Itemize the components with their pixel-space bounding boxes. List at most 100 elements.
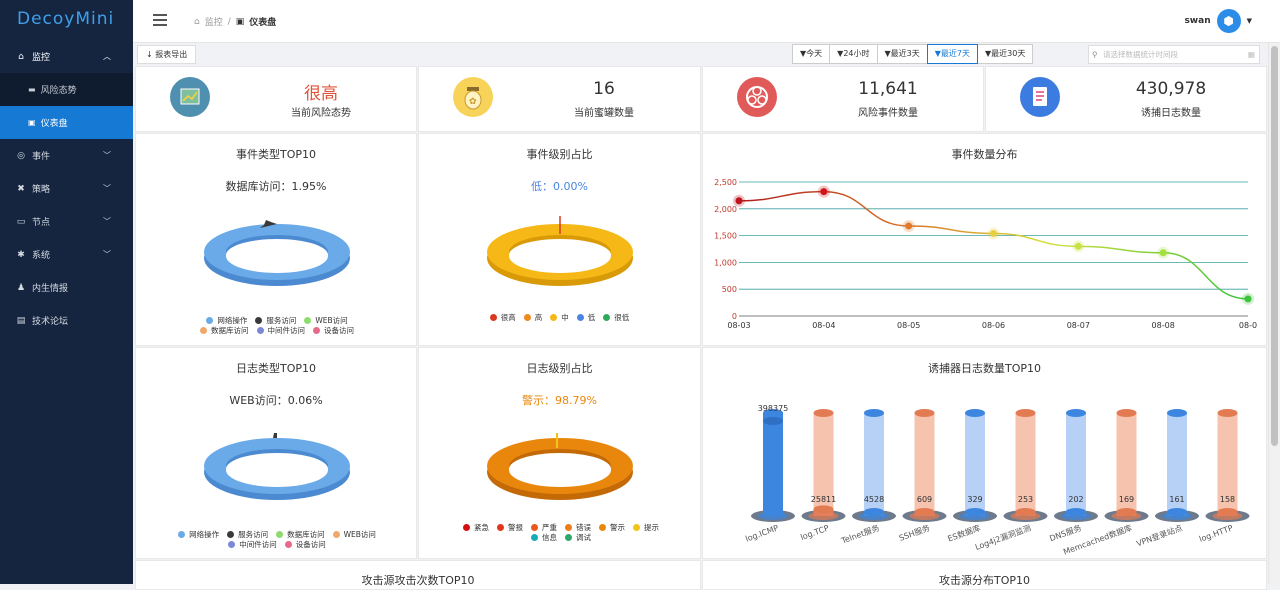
panel-title: 日志级别占比 — [526, 362, 593, 375]
bar-cap — [1015, 508, 1036, 516]
legend-item[interactable]: 调试 — [565, 532, 591, 542]
bar-top-cap — [1217, 409, 1238, 417]
data-point — [820, 188, 828, 196]
legend-item[interactable]: 设备访问 — [313, 325, 354, 335]
range-30d-button[interactable]: ▼最近30天 — [977, 44, 1034, 64]
line-chart-event-count[interactable]: 0 500 1,000 1,500 2,000 2,500 08-03 08-04 08-05 0… — [703, 134, 1268, 347]
bar-value-label: 161 — [1169, 495, 1184, 504]
sidebar-item-policy[interactable]: ✖ 策略 ﹀ — [0, 172, 133, 205]
data-point — [735, 197, 743, 205]
sidebar-item-forum[interactable]: ▤ 技术论坛 — [0, 304, 133, 337]
legend-item[interactable]: 服务访问 — [255, 315, 296, 325]
home-icon: ⌂ — [194, 16, 200, 27]
data-point — [905, 222, 913, 230]
legend-item[interactable]: 很低 — [603, 312, 629, 322]
legend-item[interactable]: 网络操作 — [206, 315, 247, 325]
range-24h-button[interactable]: ▼24小时 — [829, 44, 878, 64]
legend-item[interactable]: 中间件访问 — [228, 539, 277, 549]
download-icon: ↓ — [146, 50, 156, 59]
panel-attack-dist: 攻击源分布TOP10 — [702, 560, 1267, 590]
panel-event-type: 事件类型TOP10 数据库访问：1.95% 网络操作 服务访问 WEB访问 数据… — [135, 133, 417, 346]
legend-item[interactable]: 信息 — [531, 532, 557, 542]
stat-value: 16 — [593, 79, 615, 99]
legend-item[interactable]: 紧急 — [463, 522, 489, 532]
legend-item[interactable]: 很高 — [489, 312, 516, 322]
legend-item[interactable]: 低 — [576, 312, 595, 322]
range-7d-button[interactable]: ▼最近7天 — [926, 44, 978, 64]
sidebar-item-label: 节点 — [32, 218, 51, 228]
scrollbar[interactable] — [1268, 43, 1280, 584]
donut-log-level[interactable] — [419, 423, 702, 523]
legend-item[interactable]: 警示 — [599, 522, 625, 532]
sidebar-item-system[interactable]: ✱ 系统 ﹀ — [0, 238, 133, 271]
bar-value-label: 158 — [1220, 495, 1235, 504]
stat-label: 当前风险态势 — [291, 108, 351, 119]
date-range-placeholder: 请选择数据统计时间段 — [1103, 50, 1178, 59]
user-menu[interactable]: swan ⬢ ▼ — [1184, 9, 1252, 33]
panel-highlight: 警示：98.79% — [522, 394, 597, 407]
range-today-button[interactable]: ▼今天 — [792, 44, 831, 64]
panel-trap-log: 诱捕器日志数量TOP10 398375 log.ICMP 25811 log.TCP 4… — [702, 347, 1267, 559]
export-label: 报表导出 — [155, 50, 188, 59]
bar-top-cap — [1167, 409, 1187, 417]
panel-title: 事件级别占比 — [526, 148, 593, 161]
menu-toggle-icon[interactable] — [153, 14, 167, 29]
legend-item[interactable]: 中间件访问 — [256, 325, 305, 335]
tools-icon: ✖ — [17, 183, 25, 194]
export-report-button[interactable]: ↓ 报表导出 — [137, 45, 197, 64]
donut-event-type[interactable] — [136, 209, 418, 309]
range-3d-button[interactable]: ▼最近3天 — [876, 44, 928, 64]
y-tick-label: 500 — [722, 285, 737, 294]
sidebar-item-label: 内生情报 — [32, 284, 69, 294]
stat-card-honeypots: ✿ 16 当前蜜罐数量 — [418, 66, 701, 132]
sidebar-item-intel[interactable]: ♟ 内生情报 — [0, 271, 133, 304]
breadcrumb-parent[interactable]: 监控 — [205, 15, 223, 28]
x-tick-label: 08-05 — [897, 321, 920, 330]
x-tick-label: 08-06 — [982, 321, 1005, 330]
sidebar-item-events[interactable]: ◎ 事件 ﹀ — [0, 139, 133, 172]
sidebar-item-risk-situation[interactable]: ▬ 风险态势 — [0, 73, 133, 106]
legend-item[interactable]: 服务访问 — [227, 529, 268, 539]
chart-icon — [170, 77, 210, 117]
stat-value: 430,978 — [1135, 79, 1207, 99]
legend-item[interactable]: 设备访问 — [284, 539, 326, 549]
sidebar-item-monitor[interactable]: ⌂ 监控 ︿ — [0, 40, 133, 73]
bar-cap — [864, 508, 884, 516]
app-logo[interactable]: DecoyMini — [0, 0, 133, 40]
donut-log-type[interactable] — [136, 423, 418, 523]
biohazard-icon — [737, 77, 777, 117]
x-category-label: Log4j2漏洞监测 — [974, 522, 1033, 551]
legend-item[interactable]: WEB访问 — [332, 529, 376, 539]
panel-title: 攻击源攻击次数TOP10 — [361, 574, 475, 587]
stat-value: 11,641 — [858, 79, 918, 99]
range-label: 最近3天 — [890, 49, 920, 58]
data-point — [1244, 295, 1252, 303]
legend-item[interactable]: WEB访问 — [304, 315, 348, 325]
bar-cap — [914, 508, 935, 516]
legend: 网络操作 服务访问 数据库访问 WEB访问 中间件访问 设备访问 — [172, 529, 382, 549]
legend-item[interactable]: 提示 — [633, 522, 659, 532]
date-range-input[interactable]: ⚲ 请选择数据统计时间段 ▦ — [1088, 45, 1260, 64]
panel-highlight: WEB访问：0.06% — [229, 394, 323, 407]
scrollbar-thumb[interactable] — [1271, 46, 1278, 446]
legend-item[interactable]: 错误 — [565, 522, 591, 532]
legend-item[interactable]: 中 — [550, 312, 569, 322]
legend-item[interactable]: 数据库访问 — [200, 325, 249, 335]
panel-title: 日志类型TOP10 — [235, 362, 316, 375]
sidebar-item-dashboard[interactable]: ▣ 仪表盘 — [0, 106, 133, 139]
username: swan — [1184, 16, 1211, 26]
y-tick-label: 2,500 — [714, 178, 737, 187]
bar-chart-trap-log[interactable]: 398375 log.ICMP 25811 log.TCP 4528 Telnet服务 60… — [703, 348, 1268, 560]
legend-item[interactable]: 警报 — [497, 522, 523, 532]
legend-item[interactable]: 高 — [523, 312, 542, 322]
sidebar-item-nodes[interactable]: ▭ 节点 ﹀ — [0, 205, 133, 238]
stat-card-risk: 很高 当前风险态势 — [135, 66, 417, 132]
x-tick-label: 08-07 — [1067, 321, 1090, 330]
calendar-icon[interactable]: ▦ — [1248, 46, 1255, 63]
legend-item[interactable]: 网络操作 — [178, 529, 219, 539]
legend-item[interactable]: 数据库访问 — [276, 529, 325, 539]
donut-event-level[interactable] — [419, 209, 702, 309]
legend-item[interactable]: 严重 — [531, 522, 557, 532]
bar-top-cap — [1116, 409, 1137, 417]
breadcrumb-separator: / — [227, 16, 231, 27]
